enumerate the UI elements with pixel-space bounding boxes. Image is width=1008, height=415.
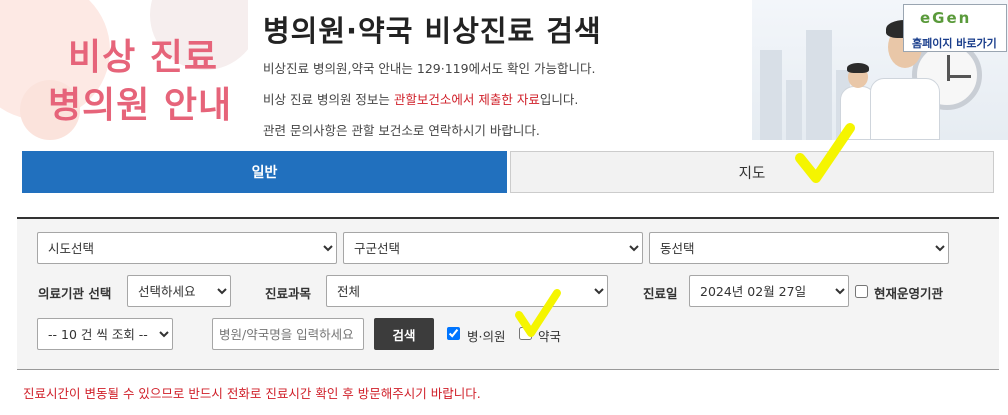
tab-general[interactable]: 일반	[22, 151, 507, 193]
page-size-select[interactable]: -- 10 건 씩 조회 --	[37, 318, 173, 350]
checkmark-annotation-icon	[515, 289, 561, 337]
department-label: 진료과목	[265, 286, 312, 301]
operating-checkbox[interactable]	[855, 285, 868, 298]
info-text-1: 비상진료 병의원,약국 안내는 129·119에서도 확인 가능합니다.	[263, 61, 596, 76]
search-panel: 시도선택 구군선택 동선택 의료기관 선택 선택하세요 진료과목 전체 진료일 …	[17, 217, 999, 370]
sido-select[interactable]: 시도선택	[37, 232, 337, 264]
egen-logo: eGen	[920, 9, 972, 27]
checkmark-annotation-icon	[795, 123, 855, 183]
info-text-2-highlight: 관할보건소에서 제출한 자료	[393, 92, 540, 107]
tab-map[interactable]: 지도	[510, 151, 994, 193]
name-search-input[interactable]	[212, 318, 364, 350]
info-text-2-pre: 비상 진료 병의원 정보는	[263, 92, 394, 107]
homepage-link-button[interactable]: eGen 홈페이지 바로가기	[903, 4, 1007, 52]
hospital-checkbox-label: 병·의원	[467, 329, 506, 344]
brand-banner: 비상 진료 병의원 안내	[0, 0, 248, 150]
brand-title-line2: 병의원 안내	[48, 85, 233, 126]
date-select[interactable]: 2024년 02월 27일	[689, 275, 849, 307]
institution-select[interactable]: 선택하세요	[127, 275, 231, 307]
info-text-2: 비상 진료 병의원 정보는 관할보건소에서 제출한 자료입니다.	[263, 89, 578, 108]
homepage-link-label: 홈페이지 바로가기	[912, 37, 997, 50]
notice-text: 진료시간이 변동될 수 있으므로 반드시 전화로 진료시간 확인 후 방문해주시…	[23, 386, 481, 401]
institution-label: 의료기관 선택	[38, 286, 112, 301]
operating-label: 현재운영기관	[874, 286, 944, 301]
info-text-3: 관련 문의사항은 관할 보건소로 연락하시기 바랍니다.	[263, 123, 540, 138]
date-label: 진료일	[643, 286, 678, 301]
page-title: 병의원·약국 비상진료 검색	[263, 14, 602, 48]
hospital-checkbox[interactable]	[447, 327, 460, 340]
search-button[interactable]: 검색	[374, 318, 434, 350]
info-text-2-post: 입니다.	[539, 92, 579, 107]
dong-select[interactable]: 동선택	[649, 232, 949, 264]
gugun-select[interactable]: 구군선택	[343, 232, 643, 264]
brand-title-line1: 비상 진료	[68, 37, 219, 78]
department-select[interactable]: 전체	[326, 275, 608, 307]
